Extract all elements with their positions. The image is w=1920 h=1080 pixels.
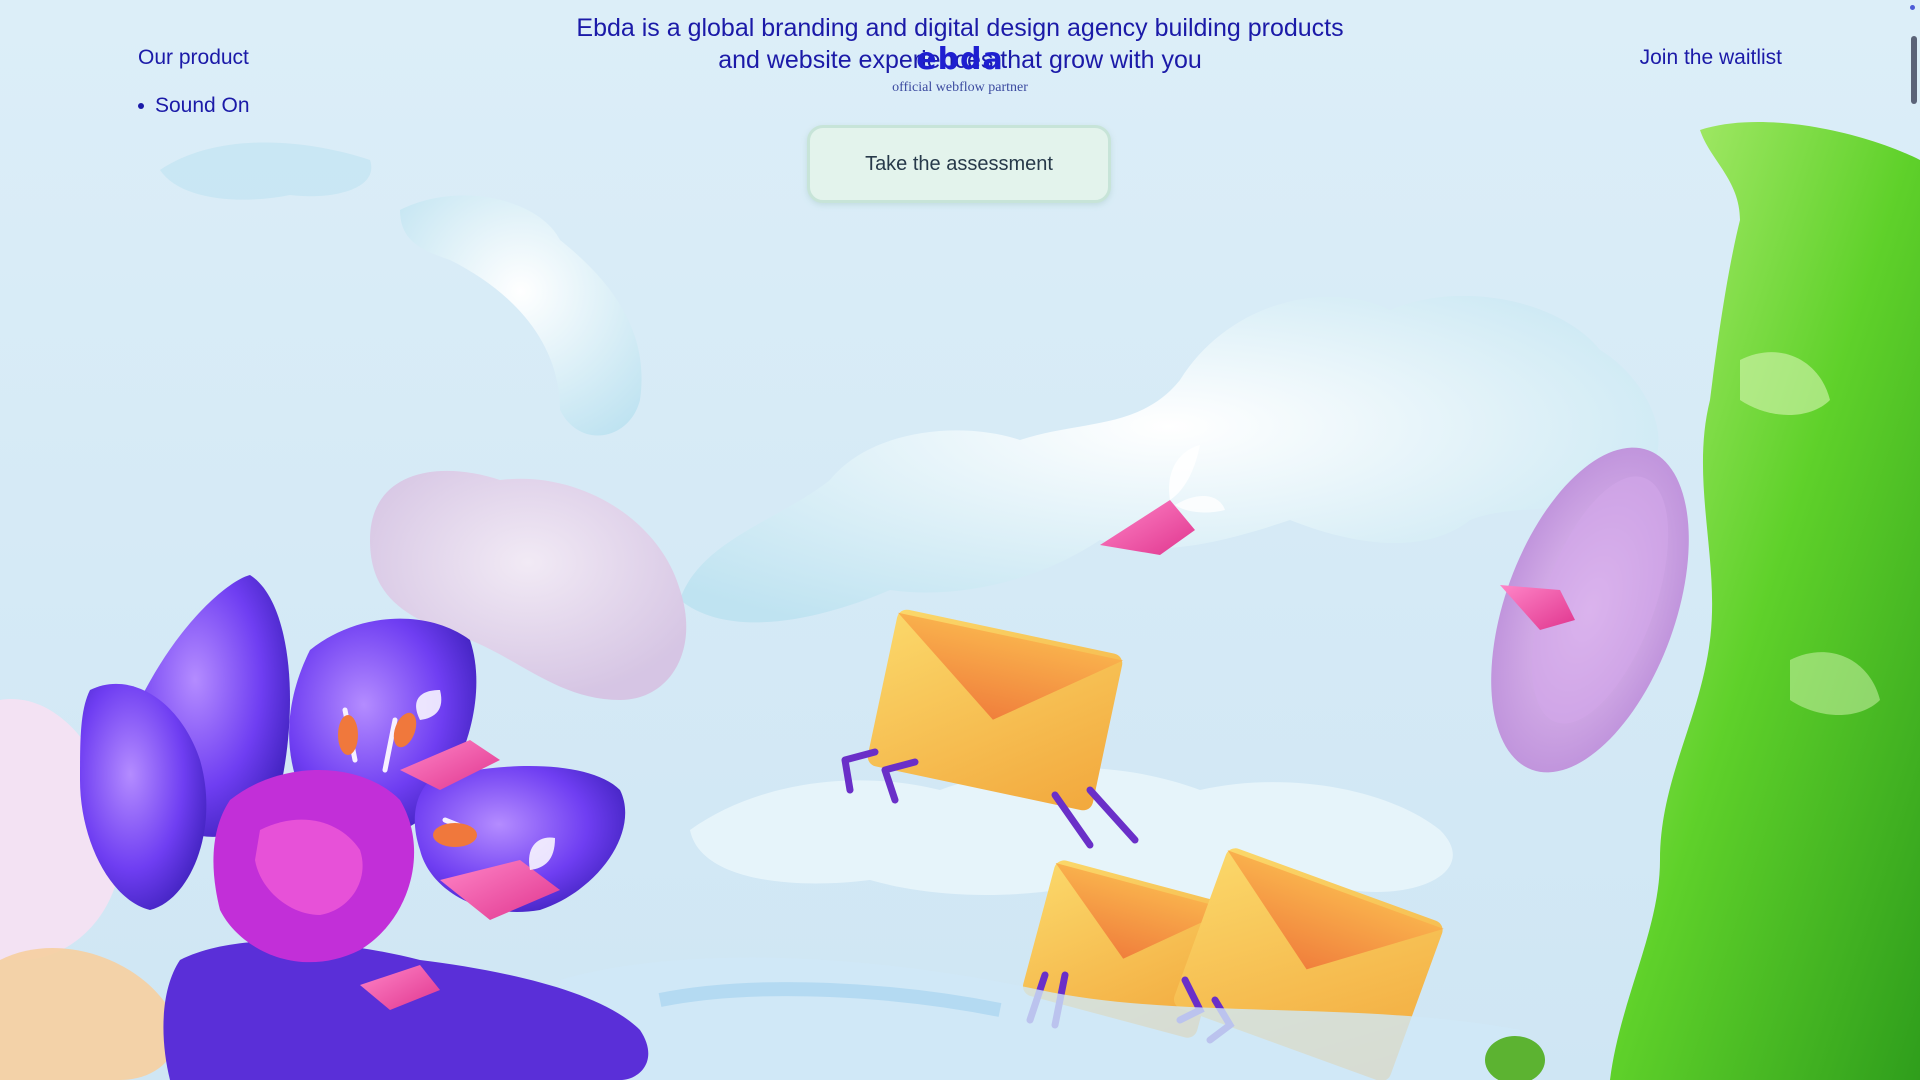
join-waitlist-link[interactable]: Join the waitlist [1640,46,1782,70]
submenu-item-sound-on[interactable]: Sound On [138,94,250,118]
bullet-icon [138,103,144,109]
scrollbar[interactable] [1906,0,1920,1080]
submenu-item-label: Sound On [155,94,250,117]
product-submenu: Sound On [138,94,250,118]
logo-block: ebda official webflow partner [860,44,1060,96]
scroll-indicator-dot [1910,5,1915,10]
partner-badge: official webflow partner [892,80,1028,95]
take-assessment-button[interactable]: Take the assessment [807,125,1111,203]
scrollbar-thumb[interactable] [1911,36,1917,104]
nav-our-product-link[interactable]: Our product [138,46,249,70]
ebda-logo[interactable]: ebda [916,44,1004,76]
